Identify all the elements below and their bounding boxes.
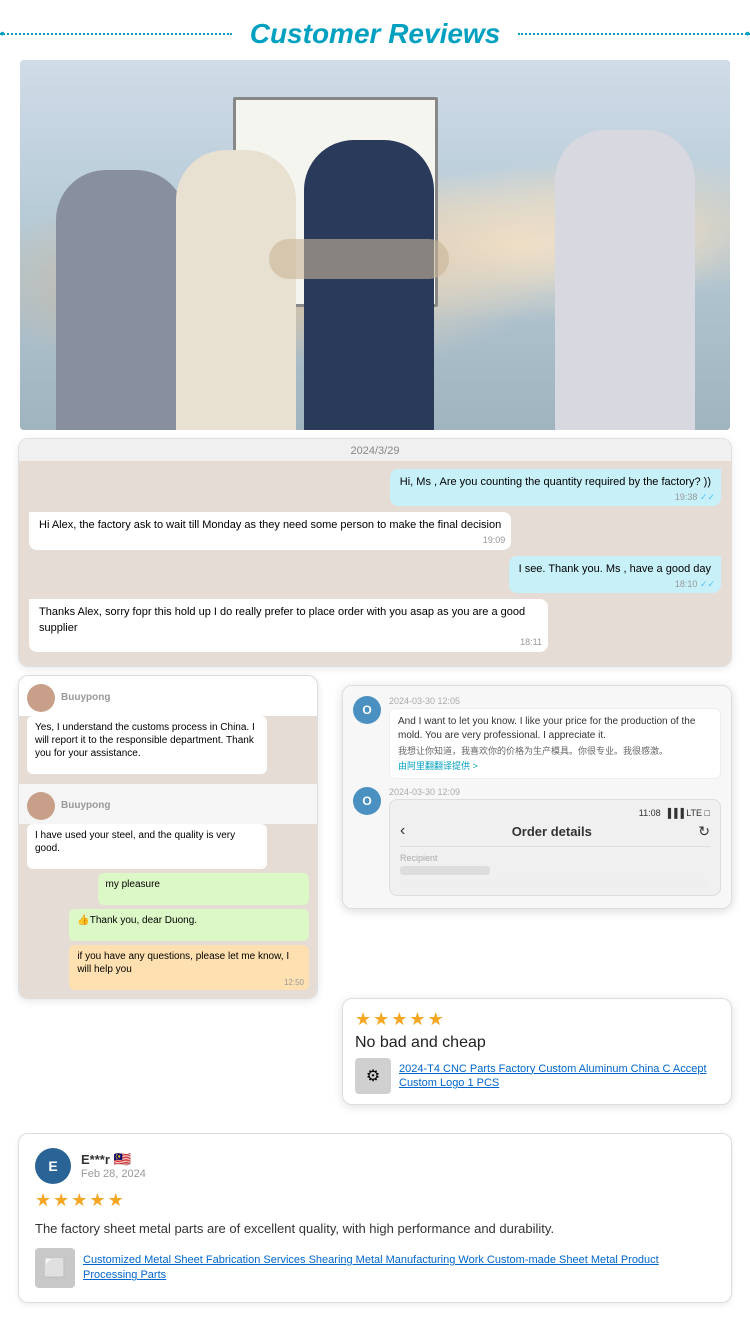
msg-time-2: 19:09 <box>483 534 506 547</box>
product-link-float[interactable]: ⚙ 2024-T4 CNC Parts Factory Custom Alumi… <box>355 1058 719 1094</box>
order-title: Order details <box>512 824 592 839</box>
main-star-3: ★ <box>71 1190 87 1211</box>
msg-time-4: 18:11 <box>520 636 542 649</box>
msg-bubble-received-2: Thanks Alex, sorry fopr this hold up I d… <box>29 599 548 652</box>
main-star-5: ★ <box>108 1190 124 1211</box>
person-1 <box>56 170 186 430</box>
order-time-display: 11:08 <box>639 808 661 818</box>
person-3 <box>304 140 434 430</box>
username-2: Buuypong <box>61 800 110 811</box>
msg-bubble-received-1: Hi Alex, the factory ask to wait till Mo… <box>29 512 511 549</box>
msg-time-3: 18:10 ✓✓ <box>675 578 715 591</box>
review-float-text: No bad and cheap <box>355 1034 719 1052</box>
review-card-main: E E***r 🇲🇾 Feb 28, 2024 ★ ★ ★ ★ ★ The fa… <box>18 1133 732 1304</box>
signal-icon: ▐▐▐ LTE □ <box>665 808 710 818</box>
username-1: Buuypong <box>61 692 110 703</box>
small-bubble-received-1: Yes, I understand the customs process in… <box>27 716 267 774</box>
msg-bubble-sent-2: I see. Thank you. Ms , have a good day 1… <box>509 556 721 593</box>
review-float-card: ★ ★ ★ ★ ★ No bad and cheap ⚙ 2024-T4 CNC… <box>342 998 732 1105</box>
star-3: ★ <box>391 1009 407 1030</box>
msg-time-1: 19:38 ✓✓ <box>675 491 715 504</box>
chat-right-entry-1: O 2024-03-30 12:05 And I want to let you… <box>353 696 721 779</box>
review-main-text: The factory sheet metal parts are of exc… <box>35 1219 715 1239</box>
avatar-right-2: O <box>353 787 381 815</box>
order-details-box: 11:08 ▐▐▐ LTE □ ‹ Order details ↻ Recipi… <box>389 799 721 896</box>
chat-card-left: Buuypong Yes, I understand the customs p… <box>18 675 318 999</box>
avatar-user2 <box>27 792 55 820</box>
star-5: ★ <box>428 1009 444 1030</box>
page-title: Customer Reviews <box>232 18 519 50</box>
main-star-2: ★ <box>53 1190 69 1211</box>
main-star-1: ★ <box>35 1190 51 1211</box>
stars-row-main: ★ ★ ★ ★ ★ <box>35 1190 715 1211</box>
hero-image <box>20 60 730 430</box>
product-icon-float: ⚙ <box>355 1058 391 1094</box>
fist-bump <box>269 239 449 279</box>
reviewer-date: Feb 28, 2024 <box>81 1168 715 1180</box>
entry-subtext-1: 我想让你知道，我喜欢你的价格为生产模具。你很专业。我很感激。 <box>398 746 712 758</box>
star-1: ★ <box>355 1009 371 1030</box>
reviewer-info: E***r 🇲🇾 Feb 28, 2024 <box>81 1151 715 1180</box>
review-product-icon: ⬜ <box>35 1248 75 1288</box>
small-bubble-sent-3: if you have any questions, please let me… <box>69 945 309 990</box>
star-4: ★ <box>409 1009 425 1030</box>
header-right-dots <box>518 33 750 35</box>
main-star-4: ★ <box>89 1190 105 1211</box>
avatar-right-1: O <box>353 696 381 724</box>
translate-tag[interactable]: 由阿里翻翻译提供 > <box>398 760 712 773</box>
star-2: ★ <box>373 1009 389 1030</box>
avatar-user1 <box>27 684 55 712</box>
stars-row-float: ★ ★ ★ ★ ★ <box>355 1009 719 1030</box>
person-4 <box>555 130 695 430</box>
entry-text-1: And I want to let you know. I like your … <box>389 708 721 779</box>
chat-card-1: 2024/3/29 Hi, Ms , Are you counting the … <box>18 438 732 667</box>
header-left-dots <box>0 33 232 35</box>
flag-icon: 🇲🇾 <box>114 1151 131 1168</box>
review-product-link[interactable]: ⬜ Customized Metal Sheet Fabrication Ser… <box>35 1248 715 1288</box>
recipient-value-redacted <box>400 866 490 875</box>
chat-right-entry-2: O 2024-03-30 12:09 11:08 ▐▐▐ LTE □ ‹ O <box>353 787 721 896</box>
chat-messages-1: Hi, Ms , Are you counting the quantity r… <box>19 461 731 666</box>
msg-row: Hi Alex, the factory ask to wait till Mo… <box>29 512 721 549</box>
people-group <box>20 116 730 431</box>
recipient-label: Recipient <box>400 853 710 863</box>
small-bubble-sent-2: 👍Thank you, dear Duong. <box>69 909 309 941</box>
person-2 <box>176 150 296 430</box>
review-product-text[interactable]: Customized Metal Sheet Fabrication Servi… <box>83 1253 715 1284</box>
product-link-text-float[interactable]: 2024-T4 CNC Parts Factory Custom Aluminu… <box>399 1062 719 1091</box>
refresh-icon[interactable]: ↻ <box>698 823 710 840</box>
content-line-1 <box>400 879 710 887</box>
chat-date-1: 2024/3/29 <box>19 439 731 461</box>
entry-date-1: 2024-03-30 12:05 <box>389 696 721 706</box>
small-time-5: 12:50 <box>284 978 304 988</box>
entry-date-2: 2024-03-30 12:09 <box>389 787 721 797</box>
back-arrow-icon[interactable]: ‹ <box>400 822 405 840</box>
msg-row: Thanks Alex, sorry fopr this hold up I d… <box>29 599 721 652</box>
small-bubble-sent-1: my pleasure <box>98 873 310 905</box>
page-header: Customer Reviews <box>0 0 750 60</box>
small-bubble-received-2: I have used your steel, and the quality … <box>27 824 267 869</box>
chat-card-right: O 2024-03-30 12:05 And I want to let you… <box>342 685 732 909</box>
msg-row: I see. Thank you. Ms , have a good day 1… <box>29 556 721 593</box>
reviewer-row: E E***r 🇲🇾 Feb 28, 2024 <box>35 1148 715 1184</box>
msg-bubble-sent-1: Hi, Ms , Are you counting the quantity r… <box>390 469 721 506</box>
reviewer-avatar: E <box>35 1148 71 1184</box>
reviewer-name: E***r 🇲🇾 <box>81 1151 715 1168</box>
msg-row: Hi, Ms , Are you counting the quantity r… <box>29 469 721 506</box>
